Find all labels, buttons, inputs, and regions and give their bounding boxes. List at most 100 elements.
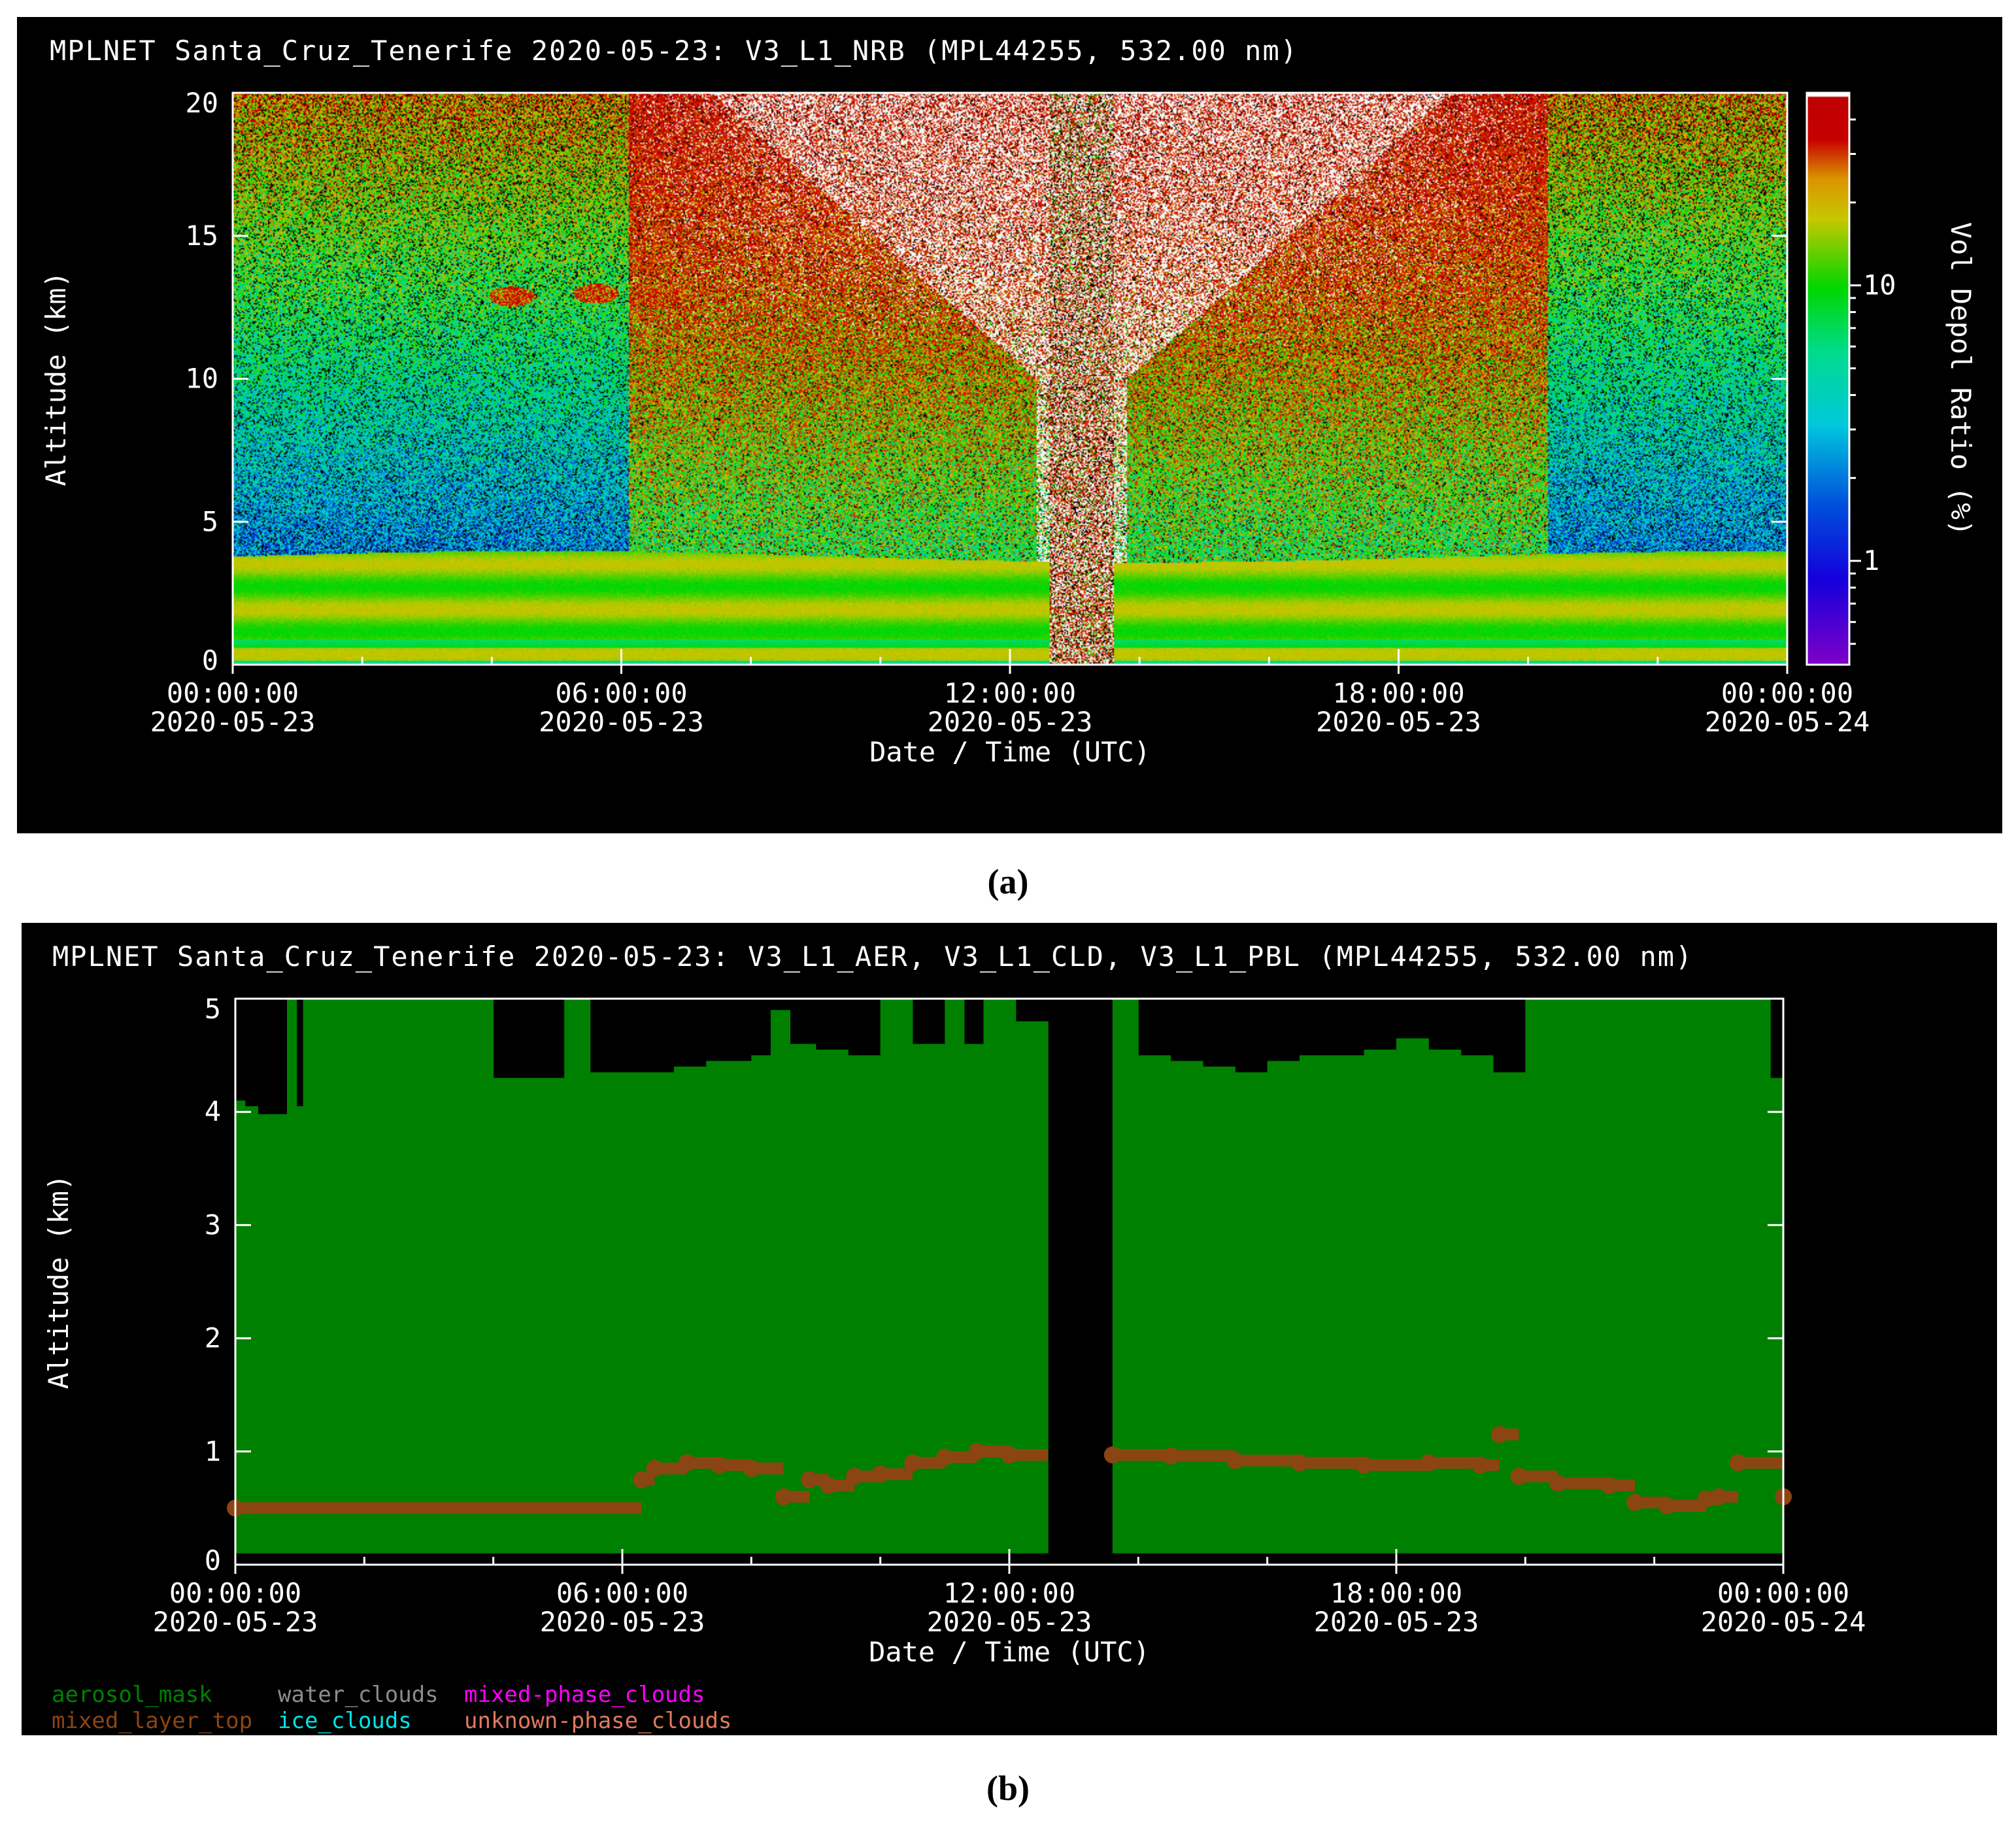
x-tick-date: 2020-05-23 xyxy=(928,706,1093,738)
aerosol-mask-segment xyxy=(983,999,1016,1554)
x-tick-time: 18:00:00 xyxy=(1330,1577,1462,1609)
aerosol-mask-segment xyxy=(1015,1021,1049,1554)
mixed-layer-top-segment xyxy=(235,1502,642,1514)
aerosol-mask-segment xyxy=(1396,1038,1429,1554)
mixed-layer-top-segment xyxy=(1170,1450,1235,1462)
x-tick-date: 2020-05-23 xyxy=(927,1606,1092,1638)
figure-label-a: (a) xyxy=(987,862,1029,901)
aerosol-mask-segment xyxy=(1235,1072,1268,1554)
aerosol-mask-segment xyxy=(590,1072,636,1554)
aerosol-mask-segment xyxy=(1364,1049,1397,1554)
y-tick-label: 0 xyxy=(205,1544,221,1576)
mixed-layer-top-segment xyxy=(1235,1454,1300,1467)
mixed-layer-top-segment xyxy=(1112,1448,1171,1461)
aerosol-mask-segment xyxy=(1138,1055,1171,1554)
aerosol-mask-segment xyxy=(564,999,591,1554)
chart-title: MPLNET Santa_Cruz_Tenerife 2020-05-23: V… xyxy=(50,35,1298,67)
aerosol-mask-segment xyxy=(1460,1055,1494,1554)
mixed-layer-top-point xyxy=(711,1456,728,1474)
aerosol-mask-segment xyxy=(673,1066,707,1554)
mixed-layer-top-point xyxy=(846,1467,864,1485)
x-tick-date: 2020-05-23 xyxy=(539,706,704,738)
mixed-layer-top-point xyxy=(968,1442,986,1460)
mixed-layer-top-point xyxy=(1226,1452,1244,1469)
mixed-layer-top-point xyxy=(1162,1447,1179,1465)
y-axis-label: Altitude (km) xyxy=(40,271,72,486)
aerosol-mask-segment xyxy=(1112,999,1139,1554)
x-tick-time: 06:00:00 xyxy=(556,1577,688,1609)
aerosol-mask-segment xyxy=(1267,1061,1300,1554)
mixed-layer-top-point xyxy=(1626,1493,1644,1511)
x-tick-time: 00:00:00 xyxy=(169,1577,301,1609)
mixed-layer-top-point xyxy=(633,1471,650,1489)
legend-item-mixed-layer-top: mixed_layer_top xyxy=(52,1708,252,1734)
x-tick-date: 2020-05-24 xyxy=(1705,706,1870,738)
x-tick-date: 2020-05-24 xyxy=(1701,1606,1866,1638)
aerosol-mask-segment xyxy=(1770,1078,1784,1554)
x-tick-date: 2020-05-23 xyxy=(1314,1606,1479,1638)
y-tick-label: 1 xyxy=(205,1435,221,1467)
x-tick-date: 2020-05-23 xyxy=(153,1606,318,1638)
mixed-layer-top-point xyxy=(820,1476,837,1494)
mixed-layer-top-point xyxy=(1510,1467,1528,1485)
y-tick-label: 5 xyxy=(202,505,218,537)
aerosol-mask-segment xyxy=(1170,1061,1203,1554)
mixed-layer-top-point xyxy=(1355,1456,1373,1474)
aerosol-mask-segment xyxy=(913,1044,945,1554)
legend-item-aerosol-mask: aerosol_mask xyxy=(52,1682,212,1708)
legend-item-mixed-phase-clouds: mixed-phase_clouds xyxy=(464,1682,705,1708)
aerosol-mask-segment xyxy=(244,1106,259,1554)
x-tick-date: 2020-05-23 xyxy=(540,1606,705,1638)
mixed-layer-top-point xyxy=(801,1471,818,1489)
aerosol-mask-segment xyxy=(706,1061,752,1554)
aerosol-mask-segment xyxy=(296,1106,304,1554)
mixed-layer-top-point xyxy=(1729,1454,1747,1472)
mixed-layer-top-point xyxy=(871,1465,889,1483)
mixed-layer-top-point xyxy=(646,1459,664,1477)
x-tick-time: 06:00:00 xyxy=(555,677,687,709)
aerosol-mask-segment xyxy=(751,1055,771,1554)
x-tick-time: 18:00:00 xyxy=(1332,677,1464,709)
aerosol-mask-segment xyxy=(286,999,297,1554)
mixed-layer-top-segment xyxy=(1364,1459,1429,1471)
mixed-layer-top-point xyxy=(1658,1497,1676,1514)
mixed-layer-top-point xyxy=(1490,1425,1508,1443)
aerosol-mask-segment xyxy=(551,1078,565,1554)
mixed-layer-top-segment xyxy=(1300,1457,1364,1469)
aerosol-mask-segment xyxy=(235,1100,246,1554)
aerosol-mask-segment xyxy=(1428,1049,1462,1554)
mixed-layer-top-point xyxy=(1291,1454,1308,1472)
x-tick-time: 00:00:00 xyxy=(167,677,299,709)
legend-item-ice-clouds: ice_clouds xyxy=(278,1708,412,1734)
mixed-layer-top-point xyxy=(743,1459,760,1477)
colorbar-tick-label: 1 xyxy=(1863,544,1879,576)
mixed-layer-top-point xyxy=(1103,1446,1121,1463)
x-axis-label: Date / Time (UTC) xyxy=(869,1636,1150,1668)
mixed-layer-top-point xyxy=(1549,1474,1566,1492)
mixed-layer-top-point xyxy=(936,1448,954,1466)
colorbar-frame xyxy=(1806,92,1851,666)
x-tick-time: 00:00:00 xyxy=(1717,1577,1849,1609)
aerosol-mask-segment xyxy=(258,1114,288,1554)
mixed-layer-top-point xyxy=(1420,1454,1437,1472)
legend-item-water-clouds: water_clouds xyxy=(278,1682,439,1708)
mixed-layer-top-point xyxy=(1471,1456,1489,1474)
mixed-layer-top-point xyxy=(678,1454,696,1472)
figure-label-b: (b) xyxy=(986,1769,1030,1808)
x-tick-date: 2020-05-23 xyxy=(1316,706,1481,738)
aerosol-mask-segment xyxy=(303,999,310,1554)
mixed-layer-top-point xyxy=(775,1488,792,1506)
plot-frame xyxy=(231,92,1789,666)
x-tick-time: 12:00:00 xyxy=(943,1577,1075,1609)
y-axis-label: Altitude (km) xyxy=(42,1174,75,1390)
legend-item-unknown-phase-clouds: unknown-phase_clouds xyxy=(464,1708,731,1734)
aerosol-mask-segment xyxy=(1300,1055,1332,1554)
figure: MPLNET Santa_Cruz_Tenerife 2020-05-23: V… xyxy=(0,0,2016,1832)
mixed-layer-top-point xyxy=(1600,1476,1618,1494)
aerosol-mask-segment xyxy=(493,1078,552,1554)
mixed-layer-top-point xyxy=(1001,1446,1018,1463)
mixed-layer-top-point xyxy=(904,1454,921,1472)
aerosol-mask-segment xyxy=(309,999,494,1554)
x-tick-date: 2020-05-23 xyxy=(150,706,316,738)
aerosol-mask-segment xyxy=(945,999,965,1554)
